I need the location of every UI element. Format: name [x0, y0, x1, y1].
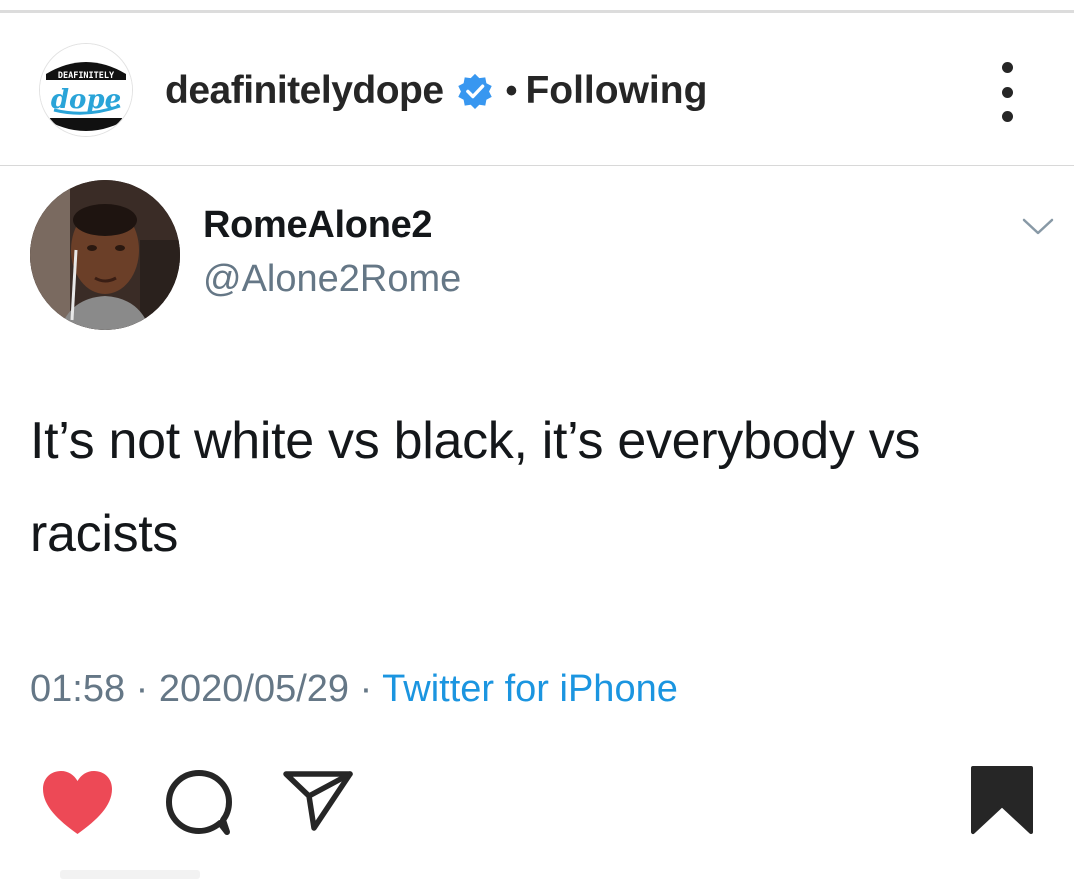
- cut-off-caption: [60, 870, 200, 879]
- tweet-display-name: RomeAlone2: [203, 204, 433, 246]
- tweet-time: 01:58: [30, 668, 126, 710]
- comment-icon[interactable]: [163, 768, 235, 836]
- tweet-source: Twitter for iPhone: [382, 668, 678, 710]
- more-options-icon[interactable]: [985, 62, 1029, 122]
- top-divider: [0, 10, 1074, 13]
- chevron-down-icon: [1020, 215, 1056, 239]
- header-separator: •: [505, 71, 518, 110]
- account-username[interactable]: deafinitelydope: [165, 69, 444, 113]
- more-dot: [1001, 62, 1013, 73]
- tweet-date: 2020/05/29: [158, 668, 350, 710]
- meta-separator: ·: [359, 668, 373, 710]
- tweet-meta: 01:58 · 2020/05/29 · Twitter for iPhone: [30, 668, 678, 711]
- post-header: DEAFINITELY dope deafinitelydope • Follo…: [0, 14, 1074, 165]
- tweet-handle: @Alone2Rome: [203, 258, 462, 300]
- bookmark-icon[interactable]: [970, 765, 1034, 835]
- verified-badge-icon: [456, 72, 494, 110]
- username-row: deafinitelydope • Following: [165, 64, 707, 118]
- following-button[interactable]: Following: [525, 69, 707, 113]
- header-divider: [0, 165, 1074, 166]
- account-avatar[interactable]: DEAFINITELY dope: [40, 44, 132, 136]
- logo-text-top: DEAFINITELY: [58, 71, 115, 81]
- heart-icon[interactable]: [40, 768, 115, 836]
- more-dot: [1001, 86, 1013, 98]
- send-icon[interactable]: [282, 768, 354, 832]
- tweet-text: It’s not white vs black, it’s everybody …: [30, 412, 921, 563]
- more-dot: [1001, 111, 1013, 122]
- tweet-author-avatar: [30, 180, 180, 330]
- deafinitely-dope-logo: DEAFINITELY dope: [40, 44, 132, 136]
- meta-separator: ·: [135, 668, 149, 710]
